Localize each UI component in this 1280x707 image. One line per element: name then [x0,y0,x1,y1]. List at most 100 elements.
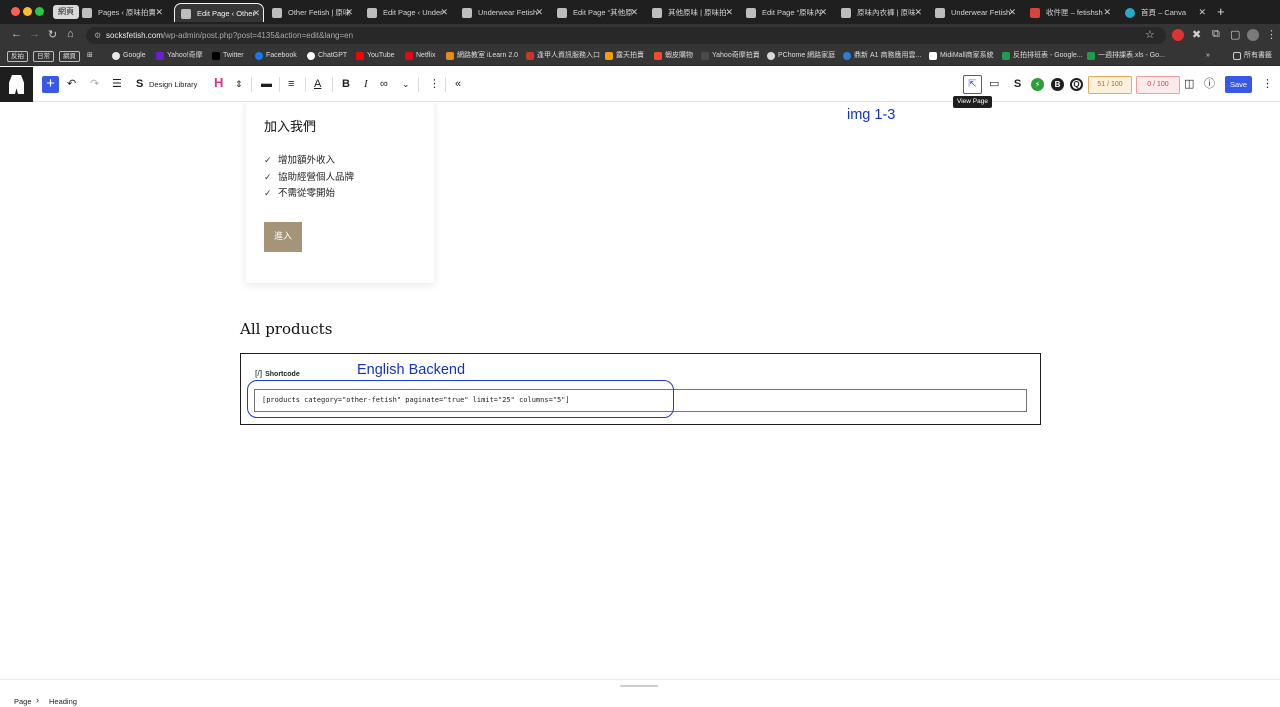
profile-avatar[interactable] [1247,29,1259,41]
bookmark-folder[interactable]: 日常 [33,51,54,62]
move-up-down-icon[interactable]: ⇕ [235,77,243,92]
view-page-button[interactable]: ⇱ [963,75,982,94]
tab-close-icon[interactable]: ✕ [725,3,733,22]
resize-handle[interactable] [620,685,658,687]
text-color-icon[interactable]: A [314,77,321,92]
join-title[interactable]: 加入我們 [264,116,316,135]
bookmark-folder[interactable]: 網頁 [59,51,80,62]
browser-tab[interactable]: Edit Page ‹ Under ✕ [361,3,451,22]
tab-close-icon[interactable]: ✕ [819,3,827,22]
tab-close-icon[interactable]: ✕ [155,3,163,22]
window-close-button[interactable] [11,7,20,16]
bookmark-a1[interactable]: 鼎新 A1 商務應用雲... [843,50,921,62]
window-zoom-button[interactable] [35,7,44,16]
text-align-icon[interactable]: ≡ [288,77,294,92]
bookmark-shopee[interactable]: 蝦皮購物 [654,50,693,62]
undo-icon[interactable]: ↶ [67,77,76,92]
browser-tab[interactable]: 收件匣 – fetishsh ✕ [1024,3,1114,22]
apps-grid-icon[interactable]: ⊞ [87,50,93,62]
browser-tab[interactable]: Other Fetish | 原味 ✕ [266,3,356,22]
site-logo-button[interactable] [0,67,33,102]
readability-score-badge[interactable]: 0 / 100 [1136,76,1180,94]
breadcrumb-page[interactable]: Page [14,697,32,706]
editor-canvas[interactable]: 加入我們 ✓ 增加額外收入 ✓ 協助經營個人品牌 ✓ 不需從零開始 進入 img 1-… [0,103,1280,679]
bookmark-youtube[interactable]: YouTube [356,50,395,62]
extension-puzzle-x-icon[interactable]: ✖ [1192,28,1201,41]
bookmarks-more-button[interactable]: » [1206,50,1210,62]
browser-tab[interactable]: Underwear Fetish ✕ [929,3,1019,22]
italic-icon[interactable]: I [364,77,368,92]
jetpack-bolt-icon[interactable]: ⚡ [1031,78,1044,91]
tab-close-icon[interactable]: ✕ [535,3,543,22]
new-tab-button[interactable]: + [1217,4,1225,19]
join-us-card[interactable]: 加入我們 ✓ 增加額外收入 ✓ 協助經營個人品牌 ✓ 不需從零開始 進入 [246,103,434,283]
add-block-button[interactable]: + [42,76,59,93]
browser-tab-active[interactable]: Edit Page ‹ Other ✕ [174,3,264,22]
plugin-q-icon[interactable]: Q [1070,78,1083,91]
browser-tab[interactable]: 首頁 – Canva ✕ [1119,3,1209,22]
bookmark-ruten[interactable]: 露天拍賣 [605,50,644,62]
browser-tab[interactable]: 原味內衣褲 | 原味 ✕ [835,3,925,22]
back-arrow-icon[interactable]: ← [11,28,22,40]
browser-tab[interactable]: 其他原味 | 原味拍 ✕ [646,3,736,22]
browser-tab[interactable]: Pages ‹ 原味拍賣 ✕ [76,3,166,22]
breadcrumb-heading[interactable]: Heading [49,697,77,706]
options-menu-icon[interactable]: ⋮ [1262,77,1273,92]
bookmark-google[interactable]: Google [112,50,146,62]
browser-tab[interactable]: Edit Page “其他原 ✕ [551,3,641,22]
sidebar-icon[interactable]: ▢ [1230,28,1240,41]
tab-close-icon[interactable]: ✕ [1103,3,1111,22]
bold-icon[interactable]: B [342,77,350,92]
bookmark-facebook[interactable]: Facebook [255,50,297,62]
bookmark-midimall[interactable]: MidiMall商家系統 [929,50,994,62]
tab-close-icon[interactable]: ✕ [345,3,353,22]
plugin-b-icon[interactable]: B [1051,78,1064,91]
site-info-icon[interactable]: ⚙ [94,27,101,44]
seo-score-badge[interactable]: 51 / 100 [1088,76,1132,94]
bookmark-twitter[interactable]: Twitter [212,50,244,62]
more-rich-text-chevron-icon[interactable]: ⌄ [402,77,410,92]
preview-device-icon[interactable]: ▭ [989,77,999,92]
link-icon[interactable]: ∞ [380,77,388,92]
tab-close-icon[interactable]: ✕ [440,3,448,22]
save-button[interactable]: Save [1225,76,1252,93]
window-minimize-button[interactable] [23,7,32,16]
list-item[interactable]: ✓ 增加額外收入 [264,153,354,170]
all-products-heading[interactable]: All products [240,320,332,338]
tab-close-icon[interactable]: ✕ [914,3,922,22]
tab-close-icon[interactable]: ✕ [630,3,638,22]
tab-close-icon[interactable]: ✕ [252,4,260,22]
home-icon[interactable]: ⌂ [67,28,74,40]
bookmark-yahoo[interactable]: Yahoo!奇摩 [156,50,203,62]
bookmark-netflix[interactable]: Netflix [405,50,435,62]
bookmark-fcu[interactable]: 逢甲人資訊服務入口 [526,50,600,62]
extensions-icon[interactable]: ⧉ [1212,28,1220,41]
browser-tab[interactable]: Underwear Fetish ✕ [456,3,546,22]
enter-button[interactable]: 進入 [264,222,302,252]
list-item[interactable]: ✓ 不需從零開始 [264,186,354,203]
reload-icon[interactable]: ↻ [48,28,57,41]
bookmark-chatgpt[interactable]: ChatGPT [307,50,347,62]
bookmark-yahoo-auction[interactable]: Yahoo奇摩拍賣 [701,50,760,62]
bookmark-ilearn[interactable]: 網路教室 iLearn 2.0 [446,50,518,62]
heading-block-icon[interactable]: H [214,75,223,90]
stackable-s-icon[interactable]: S [1011,78,1024,91]
list-item[interactable]: ✓ 協助經營個人品牌 [264,170,354,187]
bookmark-folder[interactable]: 反拍 [7,51,28,62]
document-overview-icon[interactable]: ☰ [112,77,122,92]
help-icon[interactable]: ⓘ [1204,77,1215,92]
redo-icon[interactable]: ↷ [90,77,99,92]
tab-close-icon[interactable]: ✕ [1198,3,1206,22]
bookmark-sheet-course[interactable]: 一週排課表.xls - Go... [1087,50,1165,62]
collapse-toolbar-icon[interactable]: « [455,77,461,92]
design-library-button[interactable]: S Design Library [136,77,197,92]
extension-icon[interactable] [1172,29,1184,41]
bookmark-sheet-schedule[interactable]: 反拍排班表 - Google... [1002,50,1083,62]
settings-sidebar-icon[interactable]: ◫ [1184,77,1194,92]
address-bar[interactable]: ⚙ socksfetish.com/wp-admin/post.php?post… [86,27,1166,44]
forward-arrow-icon[interactable]: → [29,28,40,40]
bookmark-pchome[interactable]: PChome 網路家庭 [767,50,835,62]
all-bookmarks-button[interactable]: 所有書籤 [1233,50,1272,62]
bookmark-star-icon[interactable]: ☆ [1145,28,1155,41]
align-block-icon[interactable]: ▬ [261,77,272,92]
